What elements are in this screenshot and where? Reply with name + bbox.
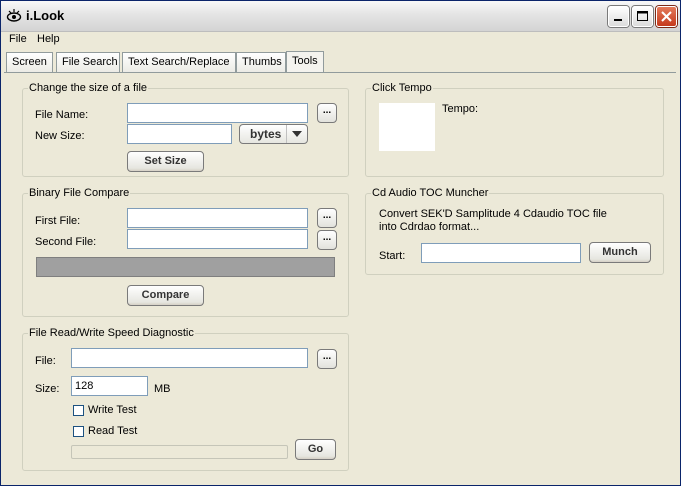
size-label: Size: bbox=[35, 383, 60, 395]
size-input[interactable] bbox=[71, 376, 148, 396]
button-label: Compare bbox=[141, 289, 190, 301]
tab-tools[interactable]: Tools bbox=[286, 51, 324, 73]
button-label: ... bbox=[322, 351, 332, 362]
button-label: ... bbox=[322, 105, 332, 116]
speed-progress-bar bbox=[71, 445, 288, 459]
title-bar[interactable]: i.Look bbox=[1, 1, 680, 32]
menu-help[interactable]: Help bbox=[37, 33, 60, 45]
compare-button[interactable]: Compare bbox=[127, 285, 204, 306]
tempo-display[interactable] bbox=[379, 103, 435, 151]
chevron-down-icon bbox=[286, 125, 307, 143]
file-name-label: File Name: bbox=[35, 109, 89, 121]
group-title: Change the size of a file bbox=[28, 82, 149, 94]
close-button[interactable] bbox=[656, 6, 677, 27]
tab-file-search[interactable]: File Search bbox=[56, 52, 120, 72]
app-eye-icon bbox=[6, 8, 22, 24]
button-label: ... bbox=[322, 210, 332, 221]
toc-muncher-group: Cd Audio TOC Muncher Convert SEK'D Sampl… bbox=[365, 187, 664, 275]
button-label: ... bbox=[322, 232, 332, 243]
browse-file-name-button[interactable]: ... bbox=[317, 103, 337, 123]
group-title: Binary File Compare bbox=[28, 187, 131, 199]
browse-second-file-button[interactable]: ... bbox=[317, 230, 337, 250]
speed-file-label: File: bbox=[35, 355, 56, 367]
window-title: i.Look bbox=[26, 8, 65, 23]
first-file-input[interactable] bbox=[127, 208, 308, 228]
speed-diagnostic-group: File Read/Write Speed Diagnostic File: .… bbox=[22, 327, 349, 471]
munch-button[interactable]: Munch bbox=[589, 242, 651, 263]
tab-label: Screen bbox=[12, 56, 47, 68]
write-test-label: Write Test bbox=[88, 404, 137, 416]
group-title: File Read/Write Speed Diagnostic bbox=[28, 327, 195, 339]
browse-first-file-button[interactable]: ... bbox=[317, 208, 337, 228]
menu-file[interactable]: File bbox=[9, 33, 27, 45]
speed-file-input[interactable] bbox=[71, 348, 308, 368]
second-file-input[interactable] bbox=[127, 229, 308, 249]
start-label: Start: bbox=[379, 250, 406, 262]
app-window: i.Look File Help Screen File Search Text… bbox=[0, 0, 681, 486]
tab-label: File Search bbox=[62, 56, 118, 68]
toc-description-line-2: into Cdrdao format... bbox=[379, 221, 480, 233]
tab-screen[interactable]: Screen bbox=[6, 52, 53, 72]
new-size-label: New Size: bbox=[35, 130, 85, 142]
button-label: Munch bbox=[602, 246, 638, 258]
toc-description-line-1: Convert SEK'D Samplitude 4 Cdaudio TOC f… bbox=[379, 208, 607, 220]
set-size-button[interactable]: Set Size bbox=[127, 151, 204, 172]
click-tempo-group: Click Tempo Tempo: bbox=[365, 82, 664, 177]
size-unit-select[interactable]: bytes bbox=[239, 124, 308, 144]
tab-divider bbox=[4, 72, 676, 73]
tab-label: Text Search/Replace bbox=[128, 56, 230, 68]
new-size-input[interactable] bbox=[127, 124, 232, 144]
start-input[interactable] bbox=[421, 243, 581, 263]
go-button[interactable]: Go bbox=[295, 439, 336, 460]
menu-bar: File Help bbox=[1, 31, 680, 49]
tempo-label: Tempo: bbox=[442, 103, 479, 115]
compare-result-bar bbox=[36, 257, 335, 277]
minimize-button[interactable] bbox=[608, 6, 629, 27]
second-file-label: Second File: bbox=[35, 236, 97, 248]
group-title: Cd Audio TOC Muncher bbox=[371, 187, 490, 199]
write-test-checkbox[interactable] bbox=[73, 405, 84, 416]
size-unit-label: MB bbox=[154, 383, 171, 395]
size-unit-value: bytes bbox=[250, 127, 282, 141]
group-title: Click Tempo bbox=[371, 82, 433, 94]
button-label: Go bbox=[307, 443, 324, 455]
first-file-label: First File: bbox=[35, 215, 81, 227]
read-test-label: Read Test bbox=[88, 425, 138, 437]
file-name-input[interactable] bbox=[127, 103, 308, 123]
resize-file-group: Change the size of a file File Name: ...… bbox=[22, 82, 349, 177]
tab-label: Tools bbox=[292, 55, 318, 67]
maximize-button[interactable] bbox=[632, 6, 653, 27]
button-label: Set Size bbox=[144, 155, 187, 167]
binary-compare-group: Binary File Compare First File: ... Seco… bbox=[22, 187, 349, 317]
read-test-checkbox[interactable] bbox=[73, 426, 84, 437]
browse-speed-file-button[interactable]: ... bbox=[317, 349, 337, 369]
tab-label: Thumbs bbox=[242, 56, 282, 68]
tab-thumbs[interactable]: Thumbs bbox=[236, 52, 286, 72]
tab-text-search-replace[interactable]: Text Search/Replace bbox=[122, 52, 236, 72]
